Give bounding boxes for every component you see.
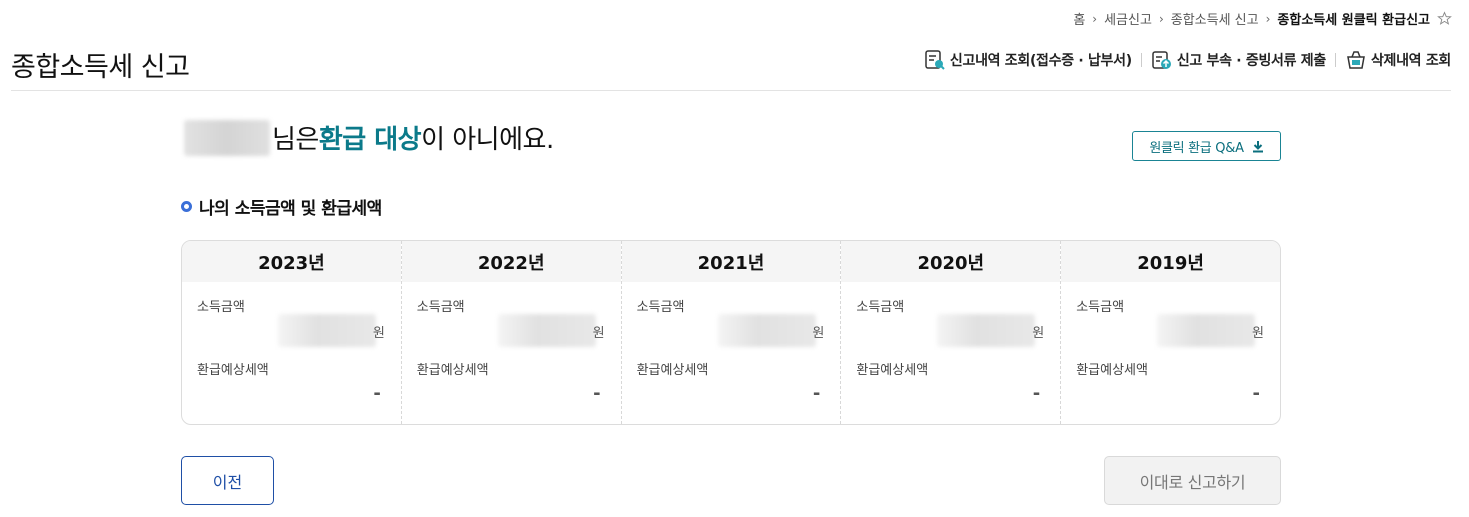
document-search-icon <box>925 50 945 70</box>
refund-value: - <box>812 383 821 404</box>
masked-income-value <box>497 314 596 347</box>
headline-suffix: 님은 <box>272 125 319 155</box>
report-history-label: 신고내역 조회(접수증 · 납부서) <box>949 53 1132 69</box>
income-unit: 원 <box>592 326 605 341</box>
submit-documents-label: 신고 부속 · 증빙서류 제출 <box>1176 53 1326 69</box>
refund-label: 환급예상세액 <box>856 363 929 378</box>
section-title: 나의 소득금액 및 환급세액 <box>181 194 382 219</box>
refund-label: 환급예상세액 <box>416 363 489 378</box>
divider <box>1334 53 1336 67</box>
page-title: 종합소득세 신고 <box>11 52 190 83</box>
refund-qa-label: 원클릭 환급 Q&A <box>1149 140 1244 156</box>
year-card: 2020년 소득금액 원 환급예상세액 - <box>841 241 1062 424</box>
section-title-text: 나의 소득금액 및 환급세액 <box>199 199 382 219</box>
refund-value: - <box>373 383 381 404</box>
prev-button[interactable]: 이전 <box>181 456 274 505</box>
income-label: 소득금액 <box>416 300 465 315</box>
breadcrumb: 홈 › 세금신고 › 종합소득세 신고 › 종합소득세 원클릭 환급신고 <box>1073 9 1452 28</box>
star-favorite-icon[interactable] <box>1437 11 1452 26</box>
header-divider-line <box>11 90 1451 91</box>
chevron-right-icon: › <box>1158 11 1164 26</box>
income-label: 소득금액 <box>856 300 905 315</box>
submit-documents-link[interactable]: 신고 부속 · 증빙서류 제출 <box>1151 49 1326 71</box>
masked-income-value <box>278 314 376 347</box>
income-unit: 원 <box>372 326 385 341</box>
breadcrumb-tax-report[interactable]: 세금신고 <box>1104 9 1152 28</box>
income-label: 소득금액 <box>1076 300 1125 315</box>
refund-label: 환급예상세액 <box>197 363 269 378</box>
year-card: 2021년 소득금액 원 환급예상세액 - <box>621 241 842 424</box>
breadcrumb-income-tax[interactable]: 종합소득세 신고 <box>1171 9 1259 28</box>
submit-report-button[interactable]: 이대로 신고하기 <box>1104 456 1281 505</box>
refund-label: 환급예상세액 <box>1076 363 1148 378</box>
deleted-history-label: 삭제내역 조회 <box>1370 53 1451 69</box>
header-links: 신고내역 조회(접수증 · 납부서) 신고 부속 · 증빙서류 제출 삭제내역 … <box>924 49 1451 71</box>
chevron-right-icon: › <box>1265 11 1271 26</box>
refund-value: - <box>1252 383 1260 404</box>
download-icon <box>1252 140 1263 152</box>
headline-highlight: 환급 대상 <box>318 125 422 155</box>
income-unit: 원 <box>1252 326 1264 341</box>
year-cards: 2023년 소득금액 원 환급예상세액 - 2022년 소득금액 원 환급예상세… <box>181 240 1281 425</box>
refund-qa-button[interactable]: 원클릭 환급 Q&A <box>1132 131 1281 161</box>
chevron-right-icon: › <box>1092 11 1098 26</box>
result-headline: 님은 환급 대상 이 아니에요. <box>184 119 554 156</box>
card-year: 2023년 <box>182 241 401 282</box>
income-unit: 원 <box>1032 326 1045 341</box>
bullet-icon <box>181 201 192 212</box>
year-card: 2019년 소득금액 원 환급예상세액 - <box>1061 241 1280 424</box>
refund-label: 환급예상세액 <box>636 363 709 378</box>
card-year: 2022년 <box>401 241 621 282</box>
masked-income-value <box>937 314 1036 347</box>
trash-basket-icon <box>1347 51 1365 69</box>
masked-income-value <box>1157 314 1256 347</box>
breadcrumb-current: 종합소득세 원클릭 환급신고 <box>1277 13 1430 28</box>
report-history-link[interactable]: 신고내역 조회(접수증 · 납부서) <box>924 49 1132 71</box>
divider <box>1140 53 1142 67</box>
year-card: 2023년 소득금액 원 환급예상세액 - <box>182 241 402 424</box>
document-upload-icon <box>1152 51 1171 69</box>
masked-user-name <box>184 119 270 156</box>
headline-rest: 이 아니에요. <box>421 125 554 155</box>
refund-value: - <box>593 383 601 404</box>
breadcrumb-home[interactable]: 홈 <box>1073 9 1085 28</box>
year-card: 2022년 소득금액 원 환급예상세액 - <box>401 241 622 424</box>
income-label: 소득금액 <box>197 300 245 315</box>
masked-income-value <box>717 314 816 347</box>
income-label: 소득금액 <box>636 300 685 315</box>
card-year: 2020년 <box>841 241 1061 282</box>
deleted-history-link[interactable]: 삭제내역 조회 <box>1345 49 1451 71</box>
refund-value: - <box>1032 383 1041 404</box>
card-year: 2019년 <box>1061 241 1280 282</box>
income-unit: 원 <box>812 326 825 341</box>
card-year: 2021년 <box>621 241 841 282</box>
